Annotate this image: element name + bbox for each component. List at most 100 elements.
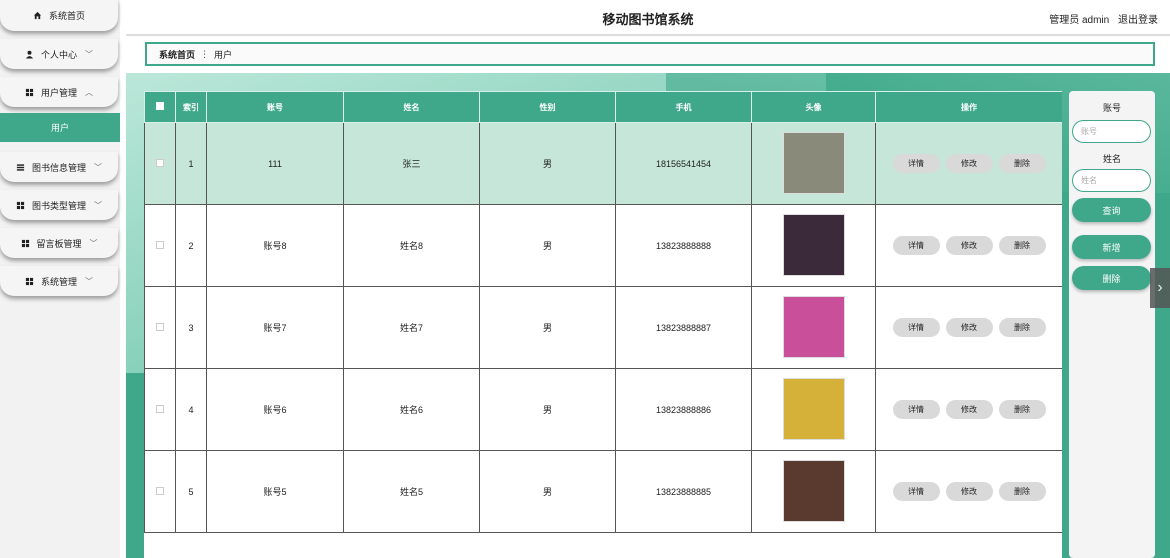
- cell-name: 张三: [343, 122, 480, 205]
- detail-button[interactable]: 详情: [892, 154, 940, 173]
- delete-button[interactable]: 删除: [998, 318, 1046, 337]
- avatar[interactable]: [782, 295, 845, 358]
- column-header-gender: 性别: [479, 91, 616, 123]
- row-select-cell[interactable]: [144, 122, 176, 205]
- chevron-up-icon: ︿: [85, 87, 93, 97]
- sidebar-item-label: 系统首页: [48, 11, 85, 21]
- row-select-cell[interactable]: [144, 368, 176, 451]
- sidebar-item-personal-center[interactable]: 个人中心 ﹀: [0, 39, 118, 69]
- cell-index: 3: [175, 286, 207, 369]
- home-icon: [33, 11, 43, 21]
- table-row[interactable]: 5 账号5 姓名5 男 13823888885 详情 修改 删除: [144, 450, 1062, 533]
- cell-avatar: [751, 368, 876, 451]
- cell-name: 姓名7: [343, 286, 480, 369]
- table-row[interactable]: 4 账号6 姓名6 男 13823888886 详情 修改 删除: [144, 368, 1062, 451]
- cell-phone: 13823888888: [615, 204, 752, 287]
- cell-gender: 男: [479, 204, 616, 287]
- edit-button[interactable]: 修改: [945, 154, 993, 173]
- cell-actions: 详情 修改 删除: [875, 368, 1062, 451]
- sidebar-subitem-users[interactable]: 用户: [0, 113, 120, 142]
- cell-phone: 13823888886: [615, 368, 752, 451]
- sidebar-item-label: 留言板管理: [36, 238, 82, 249]
- row-checkbox[interactable]: [156, 158, 164, 167]
- cell-account: 账号5: [206, 450, 344, 533]
- avatar[interactable]: [782, 377, 845, 440]
- row-checkbox[interactable]: [156, 486, 164, 495]
- table-row[interactable]: 3 账号7 姓名7 男 13823888887 详情 修改 删除: [144, 286, 1062, 369]
- column-header-actions: 操作: [875, 91, 1062, 123]
- row-select-cell[interactable]: [144, 450, 176, 533]
- edit-button[interactable]: 修改: [945, 318, 993, 337]
- cell-gender: 男: [479, 368, 616, 451]
- row-checkbox[interactable]: [156, 322, 164, 331]
- table-row[interactable]: 2 账号8 姓名8 男 13823888888 详情 修改 删除: [144, 204, 1062, 287]
- avatar[interactable]: [782, 459, 845, 522]
- breadcrumb: 系统首页 ⋮ 用户: [145, 42, 1155, 66]
- cell-name: 姓名8: [343, 204, 480, 287]
- column-header-account: 账号: [206, 91, 344, 123]
- detail-button[interactable]: 详情: [892, 236, 940, 255]
- list-icon: [16, 162, 26, 172]
- query-button[interactable]: 查询: [1072, 198, 1151, 222]
- delete-button[interactable]: 删除: [998, 482, 1046, 501]
- select-all-checkbox[interactable]: [156, 102, 164, 110]
- edit-button[interactable]: 修改: [945, 400, 993, 419]
- breadcrumb-separator: ⋮: [200, 48, 210, 59]
- batch-delete-button[interactable]: 删除: [1072, 266, 1151, 290]
- sidebar-item-label: 个人中心: [40, 49, 77, 60]
- cell-phone: 13823888887: [615, 286, 752, 369]
- sidebar-item-book-info[interactable]: 图书信息管理 ﹀: [0, 152, 118, 182]
- cell-actions: 详情 修改 删除: [875, 450, 1062, 533]
- row-select-cell[interactable]: [144, 286, 176, 369]
- delete-button[interactable]: 删除: [998, 154, 1046, 173]
- detail-button[interactable]: 详情: [892, 318, 940, 337]
- delete-button[interactable]: 删除: [998, 400, 1046, 419]
- cell-gender: 男: [479, 122, 616, 205]
- chevron-right-icon[interactable]: ›: [1150, 268, 1170, 308]
- edit-button[interactable]: 修改: [945, 236, 993, 255]
- row-checkbox[interactable]: [156, 240, 164, 249]
- cell-index: 4: [175, 368, 207, 451]
- cell-avatar: [751, 204, 876, 287]
- breadcrumb-current: 用户: [214, 49, 233, 60]
- avatar[interactable]: [782, 131, 845, 194]
- table-header-row: 索引 账号 姓名 性别 手机 头像 操作: [144, 91, 1062, 123]
- row-select-cell[interactable]: [144, 204, 176, 287]
- chevron-down-icon: ﹀: [85, 49, 93, 59]
- logout-link[interactable]: 退出登录: [1118, 15, 1158, 26]
- account-label: 账号: [1102, 103, 1121, 113]
- column-header-phone: 手机: [615, 91, 752, 123]
- sidebar-item-label: 系统管理: [40, 276, 77, 287]
- cell-name: 姓名5: [343, 450, 480, 533]
- cell-gender: 男: [479, 450, 616, 533]
- sidebar-item-message-board[interactable]: 留言板管理 ﹀: [0, 228, 118, 258]
- sidebar-item-home[interactable]: 系统首页: [0, 0, 118, 31]
- edit-button[interactable]: 修改: [945, 482, 993, 501]
- sidebar-item-system-management[interactable]: 系统管理 ﹀: [0, 266, 118, 296]
- avatar[interactable]: [782, 213, 845, 276]
- column-header-avatar: 头像: [751, 91, 876, 123]
- sidebar-item-book-type[interactable]: 图书类型管理 ﹀: [0, 190, 118, 220]
- add-button[interactable]: 新增: [1072, 235, 1151, 259]
- cell-phone: 13823888885: [615, 450, 752, 533]
- app-title: 移动图书馆系统: [602, 12, 694, 27]
- delete-button[interactable]: 删除: [998, 236, 1046, 255]
- cell-phone: 18156541454: [615, 122, 752, 205]
- cell-actions: 详情 修改 删除: [875, 286, 1062, 369]
- person-icon: [25, 49, 35, 59]
- grid-icon: [25, 87, 35, 97]
- name-label: 姓名: [1102, 154, 1121, 164]
- detail-button[interactable]: 详情: [892, 400, 940, 419]
- account-search-input[interactable]: 账号: [1072, 120, 1151, 143]
- breadcrumb-home[interactable]: 系统首页: [159, 48, 195, 61]
- row-checkbox[interactable]: [156, 404, 164, 413]
- select-all-cell[interactable]: [144, 91, 176, 123]
- grid-icon: [25, 276, 35, 286]
- name-search-input[interactable]: 姓名: [1072, 169, 1151, 192]
- sidebar-item-user-management[interactable]: 用户管理 ︿: [0, 77, 118, 107]
- detail-button[interactable]: 详情: [892, 482, 940, 501]
- cell-avatar: [751, 286, 876, 369]
- table-row[interactable]: 1 111 张三 男 18156541454 详情 修改 删除: [144, 122, 1062, 205]
- sidebar-item-label: 图书信息管理: [31, 162, 86, 173]
- user-table: 索引 账号 姓名 性别 手机 头像 操作 1 111 张三 男 18156541…: [144, 91, 1062, 558]
